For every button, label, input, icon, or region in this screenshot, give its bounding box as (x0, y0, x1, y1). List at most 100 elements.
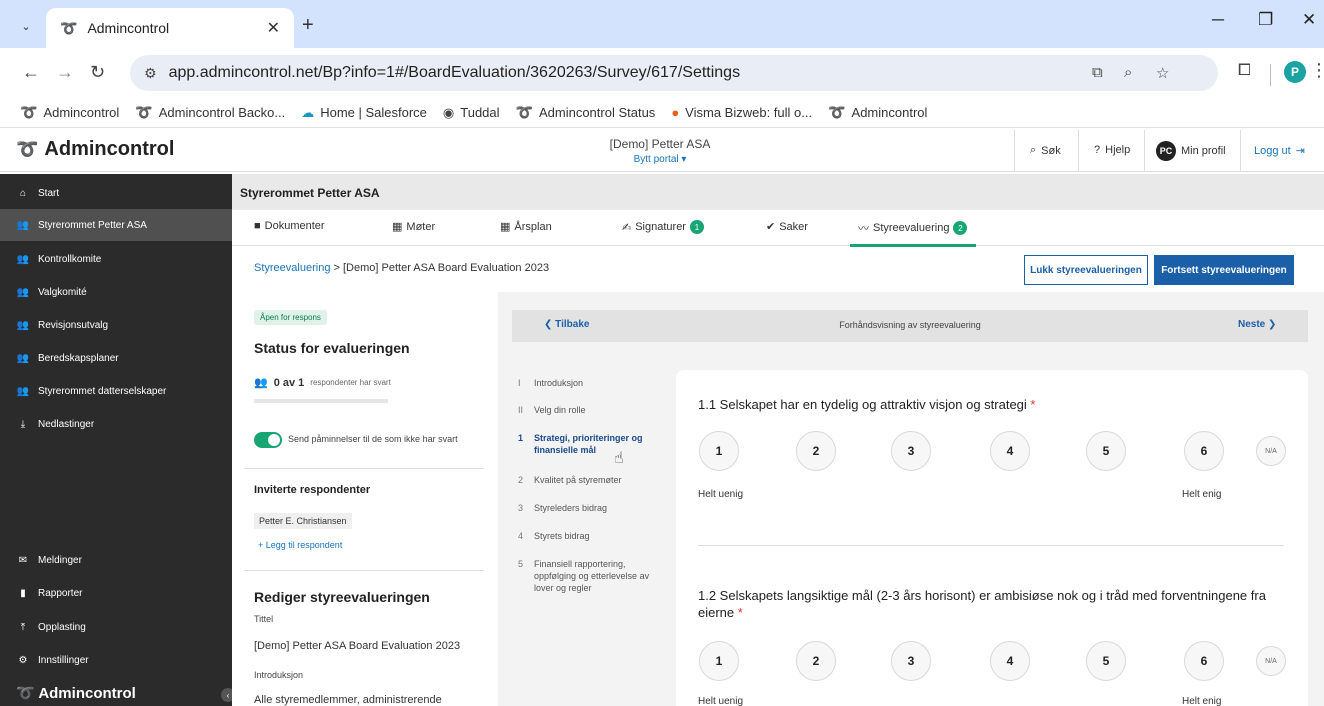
breadcrumb-link-styreevaluering[interactable]: Styreevaluering (254, 262, 330, 274)
q1-option-5[interactable]: 5 (1086, 431, 1126, 471)
profile-link[interactable]: PC Min profil (1156, 141, 1226, 161)
restore-icon[interactable]: ❐ (1258, 10, 1273, 30)
browser-menu-icon[interactable]: ⋮ (1310, 60, 1324, 81)
sidebar-item-kontrollkomite[interactable]: 👥 Kontrollkomite (0, 243, 232, 275)
help-link[interactable]: ? Hjelp (1094, 144, 1130, 156)
trend-icon: 〰 (858, 223, 869, 235)
step-introduksjon[interactable]: I Introduksjon (518, 377, 668, 389)
sidebar-item-revisjonsutvalg[interactable]: 👥 Revisjonsutvalg (0, 309, 232, 341)
window-close-icon[interactable]: ✕ (1302, 10, 1316, 30)
step-styreleders-bidrag[interactable]: 3 Styreleders bidrag (518, 502, 668, 514)
room-tabs: ■ Dokumenter ▦ Møter ▦ Årsplan ✍ Signaturer 1… (232, 210, 1324, 246)
invited-respondent-chip[interactable]: Petter E. Christiansen (254, 513, 352, 529)
search-link[interactable]: ⌕ Søk (1030, 144, 1061, 157)
sidebar-item-innstillinger[interactable]: ⚙ Innstillinger (0, 644, 232, 676)
switch-portal-link[interactable]: Bytt portal ▾ (560, 154, 760, 165)
upload-icon: ⤒ (20, 621, 26, 633)
bookmark-admincontrol-status[interactable]: ➰ Admincontrol Status (516, 104, 656, 121)
tab-search-chevron-icon[interactable]: ⌄ (12, 14, 40, 38)
step-strategi[interactable]: 1 Strategi, prioriteringer og finansielle… (518, 432, 668, 456)
sidebar-item-opplasting[interactable]: ⤒ Opplasting (0, 611, 232, 643)
step-velg-rolle[interactable]: II Velg din rolle (518, 404, 668, 416)
title-field-label: Tittel (254, 614, 274, 624)
step-kvalitet-styremoter[interactable]: 2 Kvalitet på styremøter (518, 474, 668, 486)
profile-avatar: PC (1156, 141, 1176, 161)
edit-evaluation-title: Rediger styreevalueringen (254, 589, 430, 605)
sidebar-item-meldinger[interactable]: ✉ Meldinger (0, 544, 232, 576)
bar-chart-icon: ▮ (20, 587, 26, 599)
logout-link[interactable]: Logg ut ⇥ (1254, 144, 1305, 158)
bookmark-admincontrol-backoffice[interactable]: ➰ Admincontrol Backo... (135, 104, 285, 121)
bookmark-admincontrol[interactable]: ➰ Admincontrol (20, 104, 119, 121)
back-arrow-icon[interactable]: ← (22, 62, 40, 83)
status-title: Status for evalueringen (254, 340, 410, 356)
close-tab-icon[interactable]: ✕ (267, 18, 280, 38)
q2-option-na[interactable]: N/A (1256, 646, 1286, 676)
url-text[interactable]: app.admincontrol.net/Bp?info=1#/BoardEva… (169, 64, 741, 82)
step-finansiell-rapportering[interactable]: 5 Finansiell rapportering, oppfølging og … (518, 558, 668, 594)
calendar-icon: ▦ (392, 221, 403, 233)
room-title-bar (232, 174, 1324, 210)
site-settings-icon[interactable]: ⚙ (144, 65, 157, 82)
sidebar-item-datterselskaper[interactable]: 👥 Styrerommet datterselskaper (0, 375, 232, 407)
add-respondent-link[interactable]: + Legg til respondent (258, 540, 342, 550)
close-evaluation-button[interactable]: Lukk styreevalueringen (1024, 255, 1148, 285)
q2-option-1[interactable]: 1 (699, 641, 739, 681)
q1-option-1[interactable]: 1 (699, 431, 739, 471)
address-bar-row: ← → ↻ ⚙ app.admincontrol.net/Bp?info=1#/… (0, 48, 1324, 98)
app-logo[interactable]: ➰ Admincontrol (16, 138, 174, 161)
sidebar-item-start[interactable]: ⌂ Start (0, 177, 232, 209)
open-in-icon[interactable]: ⧉ (1092, 64, 1103, 81)
reload-icon[interactable]: ↻ (90, 62, 105, 83)
q1-option-2[interactable]: 2 (796, 431, 836, 471)
tab-arsplan[interactable]: ▦ Årsplan (500, 220, 552, 234)
tab-styreevaluering[interactable]: 〰 Styreevaluering 2 (858, 220, 968, 236)
minimize-icon[interactable]: ─ (1212, 10, 1224, 30)
intro-field[interactable]: Alle styremedlemmer, administrerende (254, 694, 442, 706)
q2-option-4[interactable]: 4 (990, 641, 1030, 681)
tab-dokumenter[interactable]: ■ Dokumenter (254, 220, 325, 232)
address-bar[interactable]: ⚙ app.admincontrol.net/Bp?info=1#/BoardE… (130, 55, 1218, 91)
q1-option-na[interactable]: N/A (1256, 436, 1286, 466)
bookmark-tuddal[interactable]: ◉ Tuddal (443, 105, 500, 121)
title-field[interactable]: [Demo] Petter ASA Board Evaluation 2023 (254, 640, 460, 652)
q1-option-3[interactable]: 3 (891, 431, 931, 471)
q1-option-6[interactable]: 6 (1184, 431, 1224, 471)
sidebar-item-rapporter[interactable]: ▮ Rapporter (0, 577, 232, 609)
tab-saker[interactable]: ✔ Saker (766, 220, 808, 234)
invited-respondents-title: Inviterte respondenter (254, 484, 371, 496)
sidebar-item-styrerommet[interactable]: 👥 Styrerommet Petter ASA (0, 209, 232, 241)
extensions-icon[interactable]: ⧠ (1238, 62, 1251, 80)
bookmark-admincontrol-2[interactable]: ➰ Admincontrol (828, 104, 927, 121)
preview-back-button[interactable]: ❮ Tilbake (544, 319, 589, 330)
breadcrumb-current: [Demo] Petter ASA Board Evaluation 2023 (343, 262, 550, 274)
q2-option-3[interactable]: 3 (891, 641, 931, 681)
zoom-icon[interactable]: ⌕ (1124, 64, 1132, 81)
check-icon: ✔ (766, 221, 776, 233)
q2-option-5[interactable]: 5 (1086, 641, 1126, 681)
new-tab-icon[interactable]: + (302, 14, 314, 37)
continue-evaluation-button[interactable]: Fortsett styreevalueringen (1154, 255, 1294, 285)
folder-icon: ■ (254, 220, 261, 232)
preview-next-button[interactable]: Neste ❯ (1238, 319, 1276, 330)
sidebar-item-beredskapsplaner[interactable]: 👥 Beredskapsplaner (0, 342, 232, 374)
browser-profile-avatar[interactable]: P (1284, 61, 1306, 83)
reminder-toggle[interactable] (254, 432, 282, 448)
admincontrol-swirl-icon: ➰ (515, 104, 533, 120)
q2-option-2[interactable]: 2 (796, 641, 836, 681)
step-styrets-bidrag[interactable]: 4 Styrets bidrag (518, 530, 668, 542)
browser-tab-title: Admincontrol (87, 20, 170, 36)
tab-signaturer[interactable]: ✍ Signaturer 1 (622, 220, 704, 234)
group-icon: 👥 (16, 385, 30, 397)
forward-arrow-icon[interactable]: → (56, 62, 74, 83)
mail-icon: ✉ (18, 554, 28, 566)
bookmark-salesforce[interactable]: ☁ Home | Salesforce (301, 105, 427, 121)
bookmark-visma[interactable]: ● Visma Bizweb: full o... (671, 105, 812, 120)
sidebar-item-valgkomite[interactable]: 👥 Valgkomité (0, 276, 232, 308)
q1-option-4[interactable]: 4 (990, 431, 1030, 471)
bookmark-star-icon[interactable]: ☆ (1156, 64, 1169, 82)
q2-option-6[interactable]: 6 (1184, 641, 1224, 681)
sidebar-item-nedlastinger[interactable]: ⤓ Nedlastinger (0, 408, 232, 440)
tab-moter[interactable]: ▦ Møter (392, 220, 435, 234)
browser-tab[interactable]: ➰ Admincontrol ✕ (46, 8, 294, 48)
